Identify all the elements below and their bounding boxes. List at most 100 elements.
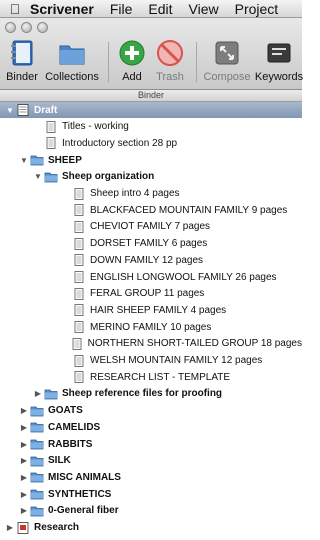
disclosure-closed-icon[interactable]: ▶ bbox=[4, 522, 16, 534]
binder-row-label: Sheep reference files for proofing bbox=[62, 388, 223, 400]
binder-row-label: WELSH MOUNTAIN FAMILY 12 pages bbox=[90, 355, 263, 366]
binder-row[interactable]: ▼ SHEEP bbox=[0, 152, 302, 168]
toolbar-separator bbox=[196, 42, 197, 82]
binder-row[interactable]: NORTHERN SHORT-TAILED GROUP 18 pages bbox=[0, 336, 302, 352]
binder-row[interactable]: ▶ RABBITS bbox=[0, 436, 302, 452]
collections-button[interactable]: Collections bbox=[44, 38, 100, 88]
zoom-window-button[interactable] bbox=[37, 22, 48, 33]
binder-row[interactable]: ▼ Draft bbox=[0, 102, 302, 118]
menu-view[interactable]: View bbox=[189, 1, 219, 17]
binder-icon bbox=[11, 40, 33, 66]
compose-icon bbox=[215, 41, 239, 65]
folder-icon bbox=[30, 506, 44, 517]
keywords-label: Keywords bbox=[254, 71, 304, 83]
toolbar-separator bbox=[108, 42, 109, 82]
menu-file[interactable]: File bbox=[110, 1, 133, 17]
toolbar: Binder Collections Add Trash Compose Key… bbox=[0, 38, 304, 90]
folder-icon bbox=[30, 155, 44, 166]
document-icon bbox=[74, 187, 84, 200]
binder-button[interactable]: Binder bbox=[4, 38, 40, 88]
binder-row[interactable]: MERINO FAMILY 10 pages bbox=[0, 319, 302, 335]
binder-row-label: GOATS bbox=[48, 405, 83, 417]
binder-row[interactable]: DORSET FAMILY 6 pages bbox=[0, 236, 302, 252]
binder-row[interactable]: CHEVIOT FAMILY 7 pages bbox=[0, 219, 302, 235]
binder-row[interactable]: ▶ 0-General fiber bbox=[0, 503, 302, 519]
collections-folder-icon bbox=[59, 45, 85, 65]
disclosure-closed-icon[interactable]: ▶ bbox=[18, 505, 30, 517]
trash-label: Trash bbox=[156, 71, 184, 83]
document-icon bbox=[74, 304, 84, 317]
disclosure-open-icon[interactable]: ▼ bbox=[4, 104, 16, 116]
add-label: Add bbox=[122, 71, 142, 83]
trash-button[interactable]: Trash bbox=[152, 38, 188, 88]
minimize-window-button[interactable] bbox=[21, 22, 32, 33]
folder-icon bbox=[30, 422, 44, 433]
app-menu[interactable]: Scrivener bbox=[30, 1, 94, 17]
disclosure-closed-icon[interactable]: ▶ bbox=[18, 421, 30, 433]
keywords-button[interactable]: Keywords bbox=[254, 38, 304, 88]
binder-row[interactable]: ▼ Sheep organization bbox=[0, 169, 302, 185]
binder-row[interactable]: WELSH MOUNTAIN FAMILY 12 pages bbox=[0, 353, 302, 369]
folder-icon bbox=[30, 489, 44, 500]
compose-button[interactable]: Compose bbox=[203, 38, 251, 88]
disclosure-open-icon[interactable]: ▼ bbox=[32, 171, 44, 183]
research-icon bbox=[17, 521, 29, 534]
document-icon bbox=[74, 271, 84, 283]
binder-row[interactable]: DOWN FAMILY 12 pages bbox=[0, 252, 302, 268]
binder-row[interactable]: BLACKFACED MOUNTAIN FAMILY 9 pages bbox=[0, 202, 302, 218]
binder-row-label: MISC ANIMALS bbox=[48, 471, 121, 483]
binder-row[interactable]: Titles - working bbox=[0, 119, 302, 135]
binder-row-label: HAIR SHEEP FAMILY 4 pages bbox=[90, 304, 227, 316]
binder-row-label: Introductory section 28 pp bbox=[62, 137, 178, 149]
menu-edit[interactable]: Edit bbox=[148, 1, 172, 17]
binder-row[interactable]: ▶ CAMELIDS bbox=[0, 419, 302, 435]
binder-row-label: DOWN FAMILY 12 pages bbox=[90, 254, 204, 266]
draft-icon bbox=[17, 104, 29, 116]
add-button[interactable]: Add bbox=[117, 38, 147, 88]
disclosure-closed-icon[interactable]: ▶ bbox=[18, 405, 30, 417]
folder-icon bbox=[44, 389, 58, 400]
binder-row[interactable]: ▶ SILK bbox=[0, 453, 302, 469]
folder-icon bbox=[30, 456, 44, 467]
menu-project[interactable]: Project bbox=[235, 1, 279, 17]
binder-row[interactable]: ▶ Sheep reference files for proofing bbox=[0, 386, 302, 402]
folder-icon bbox=[30, 472, 44, 483]
disclosure-closed-icon[interactable]: ▶ bbox=[18, 488, 30, 500]
disclosure-closed-icon[interactable]: ▶ bbox=[32, 388, 44, 400]
binder-row[interactable]: RESEARCH LIST - TEMPLATE bbox=[0, 369, 302, 385]
binder-row-label: BLACKFACED MOUNTAIN FAMILY 9 pages bbox=[90, 204, 288, 216]
binder-row-label: Draft bbox=[34, 104, 58, 116]
apple-menu-icon[interactable]:  bbox=[0, 1, 30, 17]
binder-row[interactable]: Sheep intro 4 pages bbox=[0, 186, 302, 202]
binder-row-label: DORSET FAMILY 6 pages bbox=[90, 238, 208, 250]
binder-row[interactable]: ▶ GOATS bbox=[0, 403, 302, 419]
binder-row[interactable]: HAIR SHEEP FAMILY 4 pages bbox=[0, 302, 302, 318]
folder-icon bbox=[30, 439, 44, 450]
binder-row-label: NORTHERN SHORT-TAILED GROUP 18 pages bbox=[87, 338, 302, 350]
compose-label: Compose bbox=[203, 71, 251, 83]
disclosure-closed-icon[interactable]: ▶ bbox=[18, 438, 30, 450]
keywords-icon bbox=[267, 43, 291, 63]
binder-row[interactable]: Introductory section 28 pp bbox=[0, 135, 302, 151]
binder-row[interactable]: ▶ SYNTHETICS bbox=[0, 486, 302, 502]
trash-icon bbox=[157, 40, 183, 66]
disclosure-open-icon[interactable]: ▼ bbox=[18, 154, 30, 166]
binder-row[interactable]: ▶ Research bbox=[0, 520, 302, 536]
folder-icon bbox=[30, 406, 44, 416]
disclosure-closed-icon[interactable]: ▶ bbox=[18, 471, 30, 483]
disclosure-closed-icon[interactable]: ▶ bbox=[18, 455, 30, 467]
binder-row[interactable]: ENGLISH LONGWOOL FAMILY 26 pages bbox=[0, 269, 302, 285]
document-icon bbox=[46, 120, 56, 133]
binder-row[interactable]: ▶ MISC ANIMALS bbox=[0, 469, 302, 485]
close-window-button[interactable] bbox=[5, 22, 16, 33]
binder-row-label: SYNTHETICS bbox=[48, 488, 112, 500]
binder-row[interactable]: FERAL GROUP 11 pages bbox=[0, 286, 302, 302]
